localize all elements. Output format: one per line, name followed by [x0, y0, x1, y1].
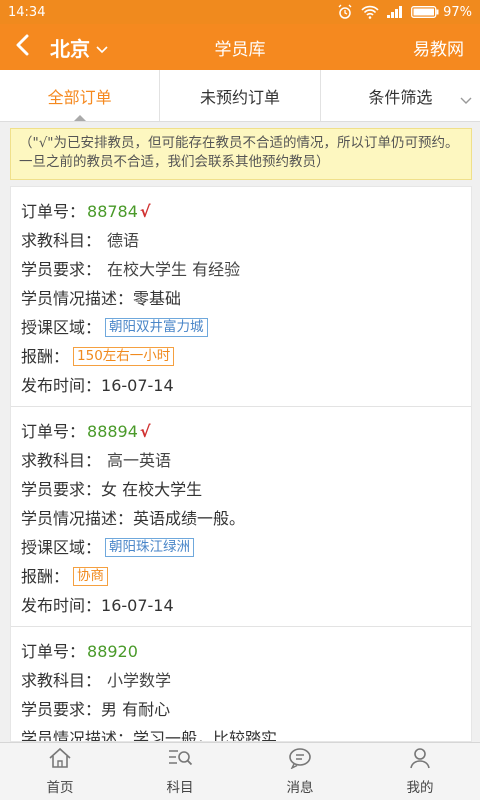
nav-profile[interactable]: 我的: [360, 743, 480, 800]
description-label: 学员情况描述：: [21, 509, 134, 528]
pay-tag: 150左右一小时: [73, 347, 175, 366]
order-no: 88894: [87, 422, 138, 441]
city-name: 北京: [50, 36, 90, 61]
subject-label: 求教科目：: [21, 451, 102, 470]
chevron-down-icon: [460, 90, 472, 109]
battery-percent: 97%: [443, 4, 472, 20]
pay-label: 报酬：: [21, 567, 70, 586]
wifi-icon: [361, 5, 379, 19]
order-card[interactable]: 订单号： 88784 √ 求教科目： 德语 学员要求： 在校大学生 有经验 学员情况描述…: [11, 187, 471, 407]
brand-link[interactable]: 易教网: [413, 35, 464, 60]
area-tag: 朝阳双井富力城: [105, 318, 208, 337]
requirement-label: 学员要求：: [21, 480, 102, 499]
published-date: 16-07-14: [101, 596, 174, 615]
published-date: 16-07-14: [101, 376, 174, 395]
pay-tag: 协商: [73, 567, 109, 586]
nav-label: 消息: [286, 780, 314, 796]
published-label: 发布时间：: [21, 596, 102, 615]
description-label: 学员情况描述：: [21, 729, 134, 742]
order-no: 88920: [87, 642, 138, 661]
description-value: 英语成绩一般。: [133, 509, 246, 528]
order-list[interactable]: 订单号： 88784 √ 求教科目： 德语 学员要求： 在校大学生 有经验 学员情况描述…: [10, 186, 472, 742]
requirement-value: 女 在校大学生: [101, 480, 203, 499]
pay-label: 报酬：: [21, 347, 70, 366]
description-value: 学习一般，比较踏实: [133, 729, 278, 742]
order-no-label: 订单号：: [21, 422, 86, 441]
order-no-label: 订单号：: [21, 202, 86, 221]
notice-banner: （"√"为已安排教员，但可能存在教员不合适的情况，所以订单仍可预约。一旦之前的教…: [10, 128, 472, 180]
published-label: 发布时间：: [21, 376, 102, 395]
order-card[interactable]: 订单号： 88894 √ 求教科目： 高一英语 学员要求：女 在校大学生 学员情况描述…: [11, 407, 471, 627]
home-icon: [48, 747, 72, 773]
city-selector[interactable]: 北京: [50, 33, 108, 62]
subject-search-icon: [167, 747, 193, 773]
status-bar: 14:34 97%: [0, 0, 480, 24]
nav-home[interactable]: 首页: [0, 743, 120, 800]
order-tabs: 全部订单 未预约订单 条件筛选: [0, 70, 480, 122]
chevron-down-icon: [96, 35, 108, 59]
tab-filter[interactable]: 条件筛选: [321, 70, 480, 121]
alarm-icon: [337, 4, 353, 20]
requirement-label: 学员要求：: [21, 260, 102, 279]
area-label: 授课区域：: [21, 538, 102, 557]
subject-value: 小学数学: [107, 671, 172, 690]
subject-label: 求教科目：: [21, 231, 102, 250]
battery-icon: [411, 6, 439, 18]
description-label: 学员情况描述：: [21, 289, 134, 308]
requirement-value: 在校大学生 有经验: [107, 260, 241, 279]
area-tag: 朝阳珠江绿洲: [105, 538, 195, 557]
assigned-check-mark: √: [139, 202, 151, 221]
requirement-value: 男 有耐心: [101, 700, 171, 719]
message-icon: [288, 747, 312, 773]
back-button[interactable]: [0, 24, 44, 70]
nav-label: 科目: [166, 780, 194, 796]
tab-unbooked-orders[interactable]: 未预约订单: [160, 70, 321, 121]
tab-label: 未预约订单: [199, 87, 280, 107]
requirement-label: 学员要求：: [21, 700, 102, 719]
signal-icon: [387, 6, 403, 18]
order-no-label: 订单号：: [21, 642, 86, 661]
subject-value: 德语: [107, 231, 140, 250]
status-time: 14:34: [8, 4, 46, 20]
nav-label: 我的: [406, 780, 434, 796]
bottom-nav: 首页 科目 消息 我的: [0, 742, 480, 800]
back-arrow-icon: [15, 34, 29, 60]
tab-label: 条件筛选: [368, 87, 433, 107]
area-label: 授课区域：: [21, 318, 102, 337]
order-card[interactable]: 订单号： 88920 求教科目： 小学数学 学员要求：男 有耐心 学员情况描述： 学习…: [11, 627, 471, 742]
user-icon: [408, 747, 432, 773]
nav-messages[interactable]: 消息: [240, 743, 360, 800]
active-tab-indicator: [73, 115, 86, 121]
assigned-check-mark: √: [139, 422, 151, 441]
subject-label: 求教科目：: [21, 671, 102, 690]
order-no: 88784: [87, 202, 138, 221]
subject-value: 高一英语: [107, 451, 172, 470]
description-value: 零基础: [133, 289, 182, 308]
app-header: 北京 学员库 易教网: [0, 24, 480, 70]
nav-label: 首页: [46, 780, 74, 796]
tab-all-orders[interactable]: 全部订单: [0, 70, 161, 121]
tab-label: 全部订单: [47, 87, 112, 107]
nav-subjects[interactable]: 科目: [120, 743, 240, 800]
